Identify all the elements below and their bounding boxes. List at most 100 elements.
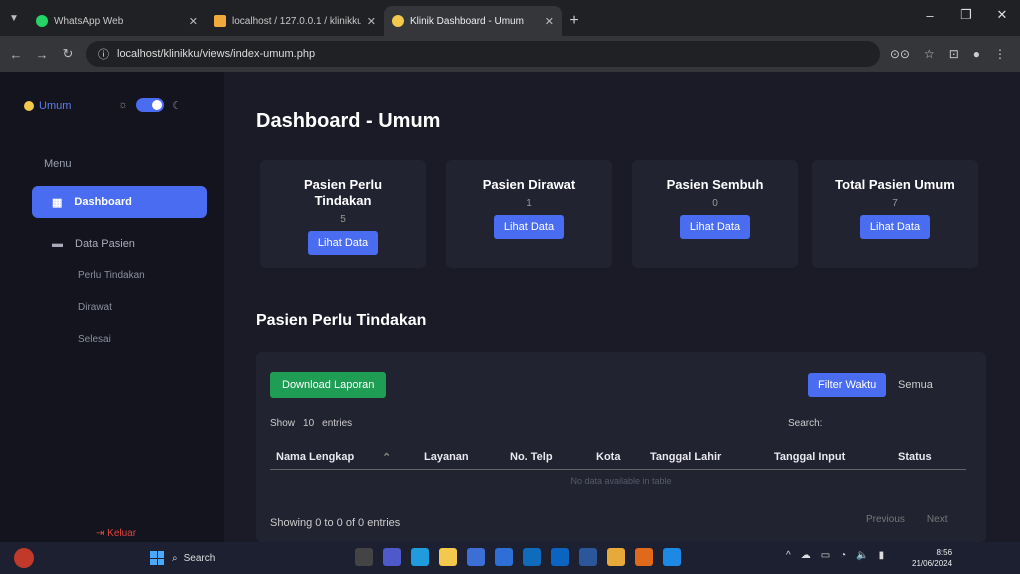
browser-tab-bar: ▼ WhatsApp Web ✕ localhost / 127.0.0.1 /… bbox=[0, 0, 1020, 36]
task-view-icon[interactable] bbox=[355, 548, 373, 566]
close-icon[interactable]: ✕ bbox=[367, 15, 376, 28]
taskbar-apps bbox=[355, 548, 681, 566]
whatsapp-icon bbox=[36, 15, 48, 27]
column-header-layanan[interactable]: Layanan bbox=[424, 451, 469, 463]
outlook-icon[interactable] bbox=[551, 548, 569, 566]
edge-icon[interactable] bbox=[411, 548, 429, 566]
photos-icon[interactable] bbox=[495, 548, 513, 566]
card-title: Total Pasien Umum bbox=[835, 177, 955, 192]
os-taskbar: ⌕ Search ^ ☁ ▭ ◔ 🔈 ▮ 8:56 21/06/2024 bbox=[0, 542, 1020, 574]
file-explorer-icon[interactable] bbox=[439, 548, 457, 566]
teams-icon[interactable] bbox=[383, 548, 401, 566]
column-header-tanggal-input[interactable]: Tanggal Input bbox=[774, 451, 845, 463]
theme-switch: ☼ ☾ bbox=[118, 98, 182, 112]
column-header-kota[interactable]: Kota bbox=[596, 451, 620, 463]
taskbar-search[interactable]: ⌕ Search bbox=[172, 548, 342, 568]
url-field[interactable]: ⓘ localhost/klinikku/views/index-umum.ph… bbox=[86, 41, 880, 67]
xampp-icon[interactable] bbox=[635, 548, 653, 566]
minimize-icon[interactable]: – bbox=[912, 0, 948, 30]
more-menu-icon[interactable]: ⋮ bbox=[994, 47, 1006, 61]
logout-icon: ⇥ bbox=[96, 528, 105, 539]
entries-length-control: Show 10 entries bbox=[270, 418, 352, 429]
next-page-button[interactable]: Next bbox=[927, 514, 948, 525]
sidebar-subitem-dirawat[interactable]: Dirawat bbox=[78, 302, 112, 313]
profile-icon[interactable]: ● bbox=[973, 47, 980, 61]
sort-icon[interactable]: ⌃ bbox=[382, 451, 391, 464]
lihat-data-button[interactable]: Lihat Data bbox=[493, 215, 565, 239]
menu-label: Menu bbox=[44, 158, 72, 170]
word-icon[interactable] bbox=[579, 548, 597, 566]
address-bar: ← → ↻ ⓘ localhost/klinikku/views/index-u… bbox=[0, 36, 1020, 72]
close-icon[interactable]: ✕ bbox=[545, 15, 554, 28]
tab-phpmyadmin[interactable]: localhost / 127.0.0.1 / klinikku | ✕ bbox=[206, 6, 384, 36]
tab-title: Klinik Dashboard - Umum bbox=[410, 15, 524, 27]
logout-label: Keluar bbox=[107, 528, 137, 539]
show-label: Show bbox=[270, 418, 296, 429]
tab-whatsapp[interactable]: WhatsApp Web ✕ bbox=[28, 6, 206, 36]
bookmark-star-icon[interactable]: ☆ bbox=[924, 47, 935, 61]
url-text: localhost/klinikku/views/index-umum.php bbox=[117, 48, 316, 60]
mail-icon[interactable] bbox=[523, 548, 541, 566]
maximize-icon[interactable]: ❐ bbox=[948, 0, 984, 30]
sidebar-item-label: Dashboard bbox=[74, 196, 132, 208]
app-l-icon[interactable] bbox=[467, 548, 485, 566]
sidebar-item-dashboard[interactable]: ▦ Dashboard bbox=[32, 186, 207, 218]
lihat-data-button[interactable]: Lihat Data bbox=[307, 231, 379, 255]
semua-button[interactable]: Semua bbox=[898, 379, 933, 391]
browser-actions: ⊙⊙ ☆ ⊡ ● ⋮ bbox=[890, 47, 1012, 61]
tab-title: WhatsApp Web bbox=[54, 15, 124, 27]
clock-date: 21/06/2024 bbox=[912, 559, 953, 568]
battery-icon[interactable]: ▮ bbox=[879, 550, 885, 561]
windows-start-icon[interactable] bbox=[150, 551, 164, 565]
chevron-up-icon[interactable]: ^ bbox=[786, 550, 791, 561]
widgets-icon[interactable] bbox=[14, 548, 34, 568]
glasses-icon[interactable]: ⊙⊙ bbox=[890, 47, 910, 61]
sidebar-subitem-perlu-tindakan[interactable]: Perlu Tindakan bbox=[78, 270, 145, 281]
column-header-tanggal-lahir[interactable]: Tanggal Lahir bbox=[650, 451, 721, 463]
sidebar-subitem-selesai[interactable]: Selesai bbox=[78, 334, 111, 345]
card-title: Pasien Sembuh bbox=[666, 177, 764, 192]
card-title: Pasien Dirawat bbox=[482, 177, 576, 192]
user-icon bbox=[24, 101, 34, 111]
forward-icon[interactable]: → bbox=[34, 47, 50, 62]
tab-klinik-dashboard[interactable]: Klinik Dashboard - Umum ✕ bbox=[384, 6, 562, 36]
back-icon[interactable]: ← bbox=[8, 47, 24, 62]
close-icon[interactable]: ✕ bbox=[189, 15, 198, 28]
column-header-telp[interactable]: No. Telp bbox=[510, 451, 553, 463]
tab-title: localhost / 127.0.0.1 / klinikku | bbox=[232, 15, 361, 27]
sidebar-item-label: Data Pasien bbox=[75, 238, 135, 250]
empty-table-message: No data available in table bbox=[570, 476, 672, 486]
moon-icon: ☾ bbox=[172, 99, 182, 112]
app-viewport: Umum ☼ ☾ Menu ▦ Dashboard ▬ Data Pasien … bbox=[0, 72, 1020, 542]
pagination: Previous Next bbox=[866, 514, 947, 525]
keyboard-icon[interactable]: ▭ bbox=[821, 550, 830, 561]
sidebar-item-data-pasien[interactable]: ▬ Data Pasien bbox=[32, 228, 207, 260]
tab-search-icon[interactable]: ▼ bbox=[0, 0, 28, 36]
lihat-data-button[interactable]: Lihat Data bbox=[859, 215, 931, 239]
theme-toggle[interactable] bbox=[136, 98, 165, 112]
volume-icon[interactable]: 🔈 bbox=[856, 550, 868, 561]
column-header-nama[interactable]: Nama Lengkap bbox=[276, 451, 354, 463]
entries-select[interactable]: 10 bbox=[303, 418, 314, 429]
filter-waktu-button[interactable]: Filter Waktu bbox=[808, 373, 887, 397]
person-icon bbox=[392, 15, 404, 27]
close-window-icon[interactable]: ✕ bbox=[984, 0, 1020, 30]
grid-icon: ▦ bbox=[52, 196, 63, 209]
user-indicator: Umum bbox=[24, 100, 71, 112]
column-header-status[interactable]: Status bbox=[898, 451, 932, 463]
wifi-icon[interactable]: ◔ bbox=[840, 550, 846, 561]
vscode-icon[interactable] bbox=[663, 548, 681, 566]
download-report-button[interactable]: Download Laporan bbox=[270, 372, 387, 398]
search-label: Search: bbox=[788, 418, 823, 429]
card-total-pasien: Total Pasien Umum 7 Lihat Data bbox=[812, 160, 978, 268]
new-tab-button[interactable]: + bbox=[562, 6, 586, 36]
lihat-data-button[interactable]: Lihat Data bbox=[679, 215, 751, 239]
reload-icon[interactable]: ↻ bbox=[60, 46, 76, 62]
main-content: Dashboard - Umum Pasien Perlu Tindakan 5… bbox=[224, 72, 1020, 542]
system-clock[interactable]: 8:56 21/06/2024 bbox=[912, 547, 952, 569]
previous-page-button[interactable]: Previous bbox=[866, 514, 905, 525]
logout-link[interactable]: ⇥ Keluar bbox=[96, 528, 136, 539]
chrome-icon[interactable] bbox=[607, 548, 625, 566]
extensions-icon[interactable]: ⊡ bbox=[949, 47, 959, 61]
cloud-icon[interactable]: ☁ bbox=[801, 550, 811, 561]
